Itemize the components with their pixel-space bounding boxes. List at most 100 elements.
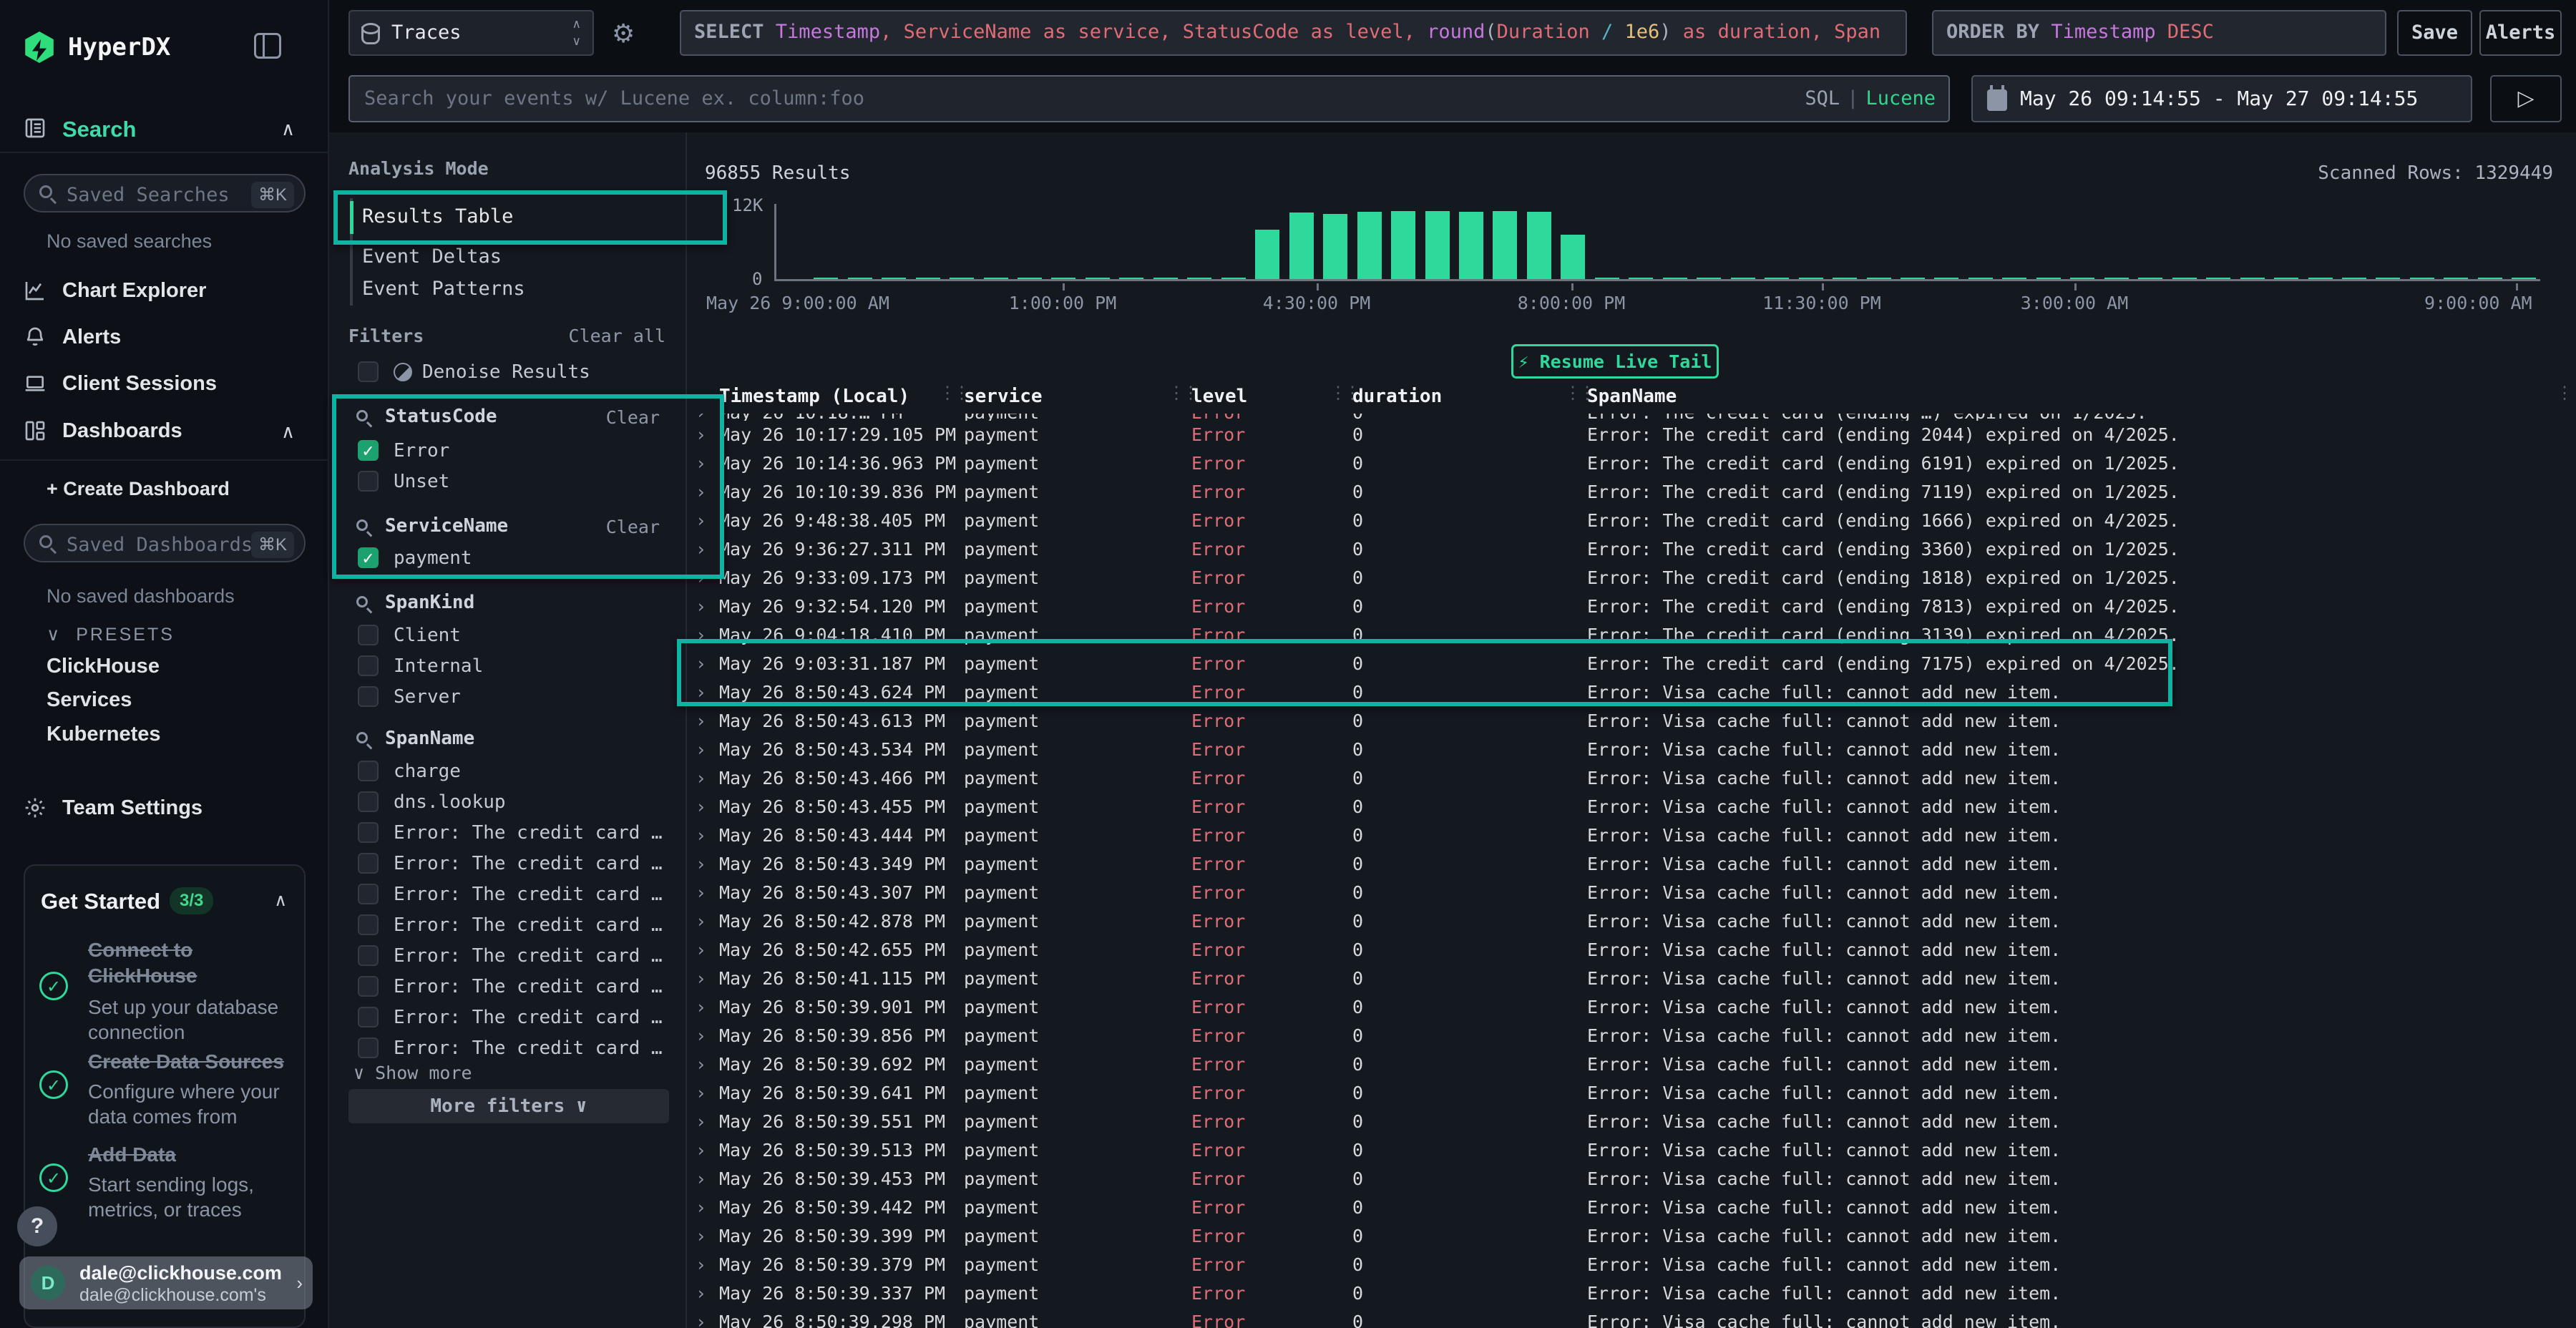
create-dashboard-button[interactable]: + Create Dashboard	[47, 478, 230, 500]
mode-event-deltas[interactable]: Event Deltas	[362, 245, 502, 268]
preset-services[interactable]: Services	[47, 688, 132, 712]
table-row[interactable]: ›May 26 8:50:43.613 PMpaymentError0Error…	[687, 707, 2576, 736]
filter-option-error-the-credit-card-[interactable]: Error: The credit card …	[358, 1005, 665, 1034]
filter-option-error-the-credit-card-[interactable]: Error: The credit card …	[358, 821, 665, 849]
checkbox-unchecked[interactable]	[358, 686, 379, 707]
chevron-up-icon[interactable]: ∧	[274, 890, 287, 911]
filter-option-unset[interactable]: Unset	[358, 469, 665, 498]
column-header-duration[interactable]: duration	[1352, 386, 1442, 407]
source-settings-gear-icon[interactable]: ⚙	[612, 19, 635, 49]
row-expand-chevron[interactable]: ›	[696, 911, 706, 932]
checkbox-unchecked[interactable]	[358, 1007, 379, 1027]
table-row[interactable]: ›May 26 8:50:43.466 PMpaymentError0Error…	[687, 764, 2576, 793]
filter-option-dns-lookup[interactable]: dns.lookup	[358, 790, 665, 819]
checkbox-unchecked[interactable]	[358, 884, 379, 904]
filter-option-error-the-credit-card-[interactable]: Error: The credit card …	[358, 851, 665, 880]
table-row[interactable]: ›May 26 8:50:39.442 PMpaymentError0Error…	[687, 1193, 2576, 1222]
row-expand-chevron[interactable]: ›	[696, 510, 706, 531]
column-resize-handle[interactable]: ⋮⋮	[939, 383, 967, 404]
chevron-up-icon[interactable]: ∧	[281, 421, 295, 443]
row-expand-chevron[interactable]: ›	[696, 1140, 706, 1161]
table-row[interactable]: ›May 26 8:50:39.641 PMpaymentError0Error…	[687, 1079, 2576, 1108]
row-expand-chevron[interactable]: ›	[696, 739, 706, 760]
checkbox-unchecked[interactable]	[358, 914, 379, 935]
checkbox-unchecked[interactable]	[358, 945, 379, 966]
table-row[interactable]: ›May 26 8:50:39.901 PMpaymentError0Error…	[687, 993, 2576, 1022]
column-header-timestamp[interactable]: Timestamp (Local)	[719, 386, 909, 407]
table-row[interactable]: ›May 26 9:03:31.187 PMpaymentError0Error…	[687, 650, 2576, 678]
row-expand-chevron[interactable]: ›	[696, 1083, 706, 1103]
row-expand-chevron[interactable]: ›	[696, 825, 706, 846]
table-row[interactable]: ›May 26 8:50:43.534 PMpaymentError0Error…	[687, 736, 2576, 764]
resume-live-tail-button[interactable]: ⚡ Resume Live Tail	[1511, 344, 1719, 379]
saved-dashboards-input[interactable]: Saved Dashboards ⌘K	[24, 524, 306, 562]
table-row[interactable]: ›May 26 8:50:39.856 PMpaymentError0Error…	[687, 1022, 2576, 1050]
clear-statuscode-link[interactable]: Clear	[606, 407, 660, 428]
table-row[interactable]: ›May 26 8:50:39.453 PMpaymentError0Error…	[687, 1165, 2576, 1193]
preset-clickhouse[interactable]: ClickHouse	[47, 655, 160, 678]
lucene-toggle[interactable]: Lucene	[1865, 87, 1936, 109]
row-expand-chevron[interactable]: ›	[696, 1168, 706, 1189]
table-row[interactable]: ›May 26 8:50:42.878 PMpaymentError0Error…	[687, 907, 2576, 936]
user-menu[interactable]: D dale@clickhouse.com dale@clickhouse.co…	[19, 1256, 313, 1309]
row-expand-chevron[interactable]: ›	[696, 1254, 706, 1275]
column-header-service[interactable]: service	[964, 386, 1043, 407]
row-expand-chevron[interactable]: ›	[696, 882, 706, 903]
row-expand-chevron[interactable]: ›	[696, 453, 706, 474]
table-row-clipped[interactable]: ›May 26 10:18:… PMpaymentError0Error: Th…	[687, 414, 2576, 421]
filter-option-payment[interactable]: ✓payment	[358, 546, 665, 575]
preset-kubernetes[interactable]: Kubernetes	[47, 723, 161, 746]
row-expand-chevron[interactable]: ›	[696, 997, 706, 1017]
column-header-level[interactable]: level	[1191, 386, 1247, 407]
presets-section[interactable]: ∨ PRESETS	[47, 624, 175, 645]
checkbox-unchecked[interactable]	[358, 822, 379, 843]
table-row[interactable]: ›May 26 8:50:41.115 PMpaymentError0Error…	[687, 965, 2576, 993]
table-row[interactable]: ›May 26 9:32:54.120 PMpaymentError0Error…	[687, 592, 2576, 621]
filter-option-error[interactable]: ✓Error	[358, 439, 665, 467]
filter-option-error-the-credit-card-[interactable]: Error: The credit card …	[358, 975, 665, 1003]
table-row[interactable]: ›May 26 8:50:39.379 PMpaymentError0Error…	[687, 1251, 2576, 1279]
table-row[interactable]: ›May 26 8:50:39.513 PMpaymentError0Error…	[687, 1136, 2576, 1165]
row-expand-chevron[interactable]: ›	[696, 1111, 706, 1132]
row-expand-chevron[interactable]: ›	[696, 768, 706, 788]
show-more-link[interactable]: ∨ Show more	[353, 1063, 472, 1083]
source-select[interactable]: Traces ∧∨	[348, 10, 594, 56]
sidebar-collapse-icon[interactable]	[254, 33, 281, 59]
filter-option-server[interactable]: Server	[358, 685, 665, 713]
search-input[interactable]: Search your events w/ Lucene ex. column:…	[348, 75, 1950, 122]
row-expand-chevron[interactable]: ›	[696, 1025, 706, 1046]
row-expand-chevron[interactable]: ›	[696, 424, 706, 445]
row-expand-chevron[interactable]: ›	[696, 854, 706, 874]
help-button[interactable]: ?	[17, 1206, 57, 1246]
sidebar-item-dashboards[interactable]: Dashboards ∧	[0, 414, 329, 451]
checkbox-unchecked[interactable]	[358, 976, 379, 997]
row-expand-chevron[interactable]: ›	[696, 1054, 706, 1075]
row-expand-chevron[interactable]: ›	[696, 539, 706, 560]
table-row[interactable]: ›May 26 9:04:18.410 PMpaymentError0Error…	[687, 621, 2576, 650]
table-row[interactable]: ›May 26 8:50:39.692 PMpaymentError0Error…	[687, 1050, 2576, 1079]
checkbox-unchecked[interactable]	[358, 471, 379, 492]
save-button[interactable]: Save	[2397, 10, 2472, 56]
checkbox-unchecked[interactable]	[358, 625, 379, 645]
filter-option-error-the-credit-card-[interactable]: Error: The credit card …	[358, 882, 665, 911]
table-row[interactable]: ›May 26 8:50:39.298 PMpaymentError0Error…	[687, 1308, 2576, 1328]
sidebar-item-client-sessions[interactable]: Client Sessions	[0, 366, 329, 404]
sql-select-editor[interactable]: SELECT Timestamp, ServiceName as service…	[680, 10, 1907, 56]
table-row[interactable]: ›May 26 9:33:09.173 PMpaymentError0Error…	[687, 564, 2576, 592]
table-row[interactable]: ›May 26 9:36:27.311 PMpaymentError0Error…	[687, 535, 2576, 564]
query-language-toggle[interactable]: SQL|Lucene	[1805, 87, 1936, 109]
row-expand-chevron[interactable]: ›	[696, 1197, 706, 1218]
row-expand-chevron[interactable]: ›	[696, 596, 706, 617]
checkbox-unchecked[interactable]	[358, 853, 379, 874]
sidebar-item-chart-explorer[interactable]: Chart Explorer	[0, 273, 329, 311]
filter-option-charge[interactable]: charge	[358, 759, 665, 788]
mode-results-table[interactable]: Results Table	[362, 205, 513, 228]
row-expand-chevron[interactable]: ›	[696, 567, 706, 588]
table-row[interactable]: ›May 26 9:48:38.405 PMpaymentError0Error…	[687, 507, 2576, 535]
clear-all-link[interactable]: Clear all	[569, 326, 665, 346]
sidebar-item-search[interactable]: Search ∧	[0, 111, 329, 148]
sql-toggle[interactable]: SQL	[1805, 87, 1840, 109]
filter-option-client[interactable]: Client	[358, 623, 665, 652]
alerts-button[interactable]: Alerts	[2479, 10, 2562, 56]
row-expand-chevron[interactable]: ›	[696, 1226, 706, 1246]
